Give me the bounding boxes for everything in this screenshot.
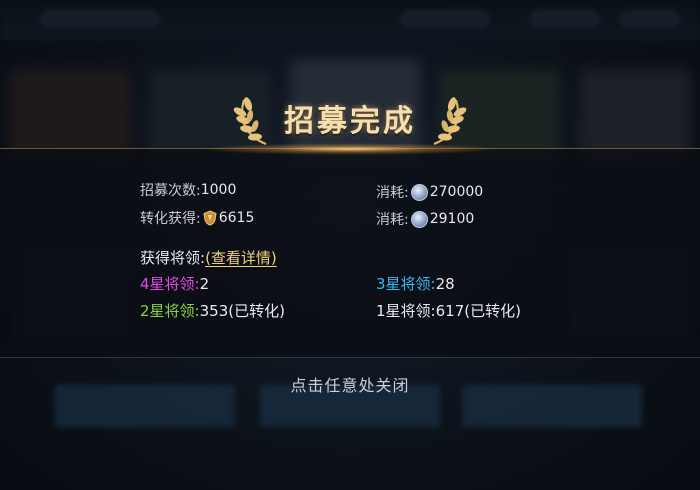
silver-coin-icon bbox=[410, 210, 428, 228]
star4-value: 2 bbox=[199, 274, 210, 293]
laurel-icon bbox=[433, 97, 467, 146]
star1-row: 1星将领: 617(已转化) bbox=[376, 300, 521, 321]
cost-label: 消耗: bbox=[376, 212, 409, 228]
star4-label: 4星将领: bbox=[140, 275, 200, 293]
star1-value: 617(已转化) bbox=[435, 302, 521, 320]
tap-anywhere-to-close[interactable]: 点击任意处关闭 bbox=[0, 372, 700, 396]
star2-row: 2星将领: 353(已转化) bbox=[140, 300, 285, 321]
star2-value: 353(已转化) bbox=[199, 302, 285, 320]
recruit-count-label: 招募次数: bbox=[140, 183, 201, 199]
star3-row: 3星将领: 28 bbox=[376, 273, 455, 294]
generals-header-row: 获得将领: (查看详情) bbox=[140, 247, 277, 268]
cost-row-2: 消耗: 29100 bbox=[376, 209, 474, 229]
cost-row-1: 消耗: 270000 bbox=[376, 182, 483, 202]
star1-label: 1星将领: bbox=[376, 302, 436, 320]
cost-value: 29100 bbox=[429, 211, 475, 227]
silver-coin-icon bbox=[410, 183, 428, 201]
recruit-count-row: 招募次数: 1000 bbox=[140, 180, 236, 200]
recruit-count-value: 1000 bbox=[200, 182, 237, 198]
star2-label: 2星将领: bbox=[140, 302, 200, 320]
convert-label: 转化获得: bbox=[140, 211, 201, 227]
view-details-link[interactable]: (查看详情) bbox=[205, 247, 277, 268]
result-panel bbox=[0, 148, 700, 358]
convert-value: 6615 bbox=[218, 210, 255, 226]
star4-row: 4星将领: 2 bbox=[140, 273, 209, 294]
cost-label: 消耗: bbox=[376, 185, 409, 201]
page-title: 招募完成 bbox=[284, 104, 416, 139]
cost-value: 270000 bbox=[429, 184, 484, 200]
star3-value: 28 bbox=[435, 274, 455, 293]
star3-label: 3星将领: bbox=[376, 275, 436, 293]
convert-row: 转化获得: 6615 bbox=[140, 208, 254, 228]
shield-token-icon bbox=[203, 210, 217, 226]
generals-header-label: 获得将领: bbox=[140, 249, 206, 267]
